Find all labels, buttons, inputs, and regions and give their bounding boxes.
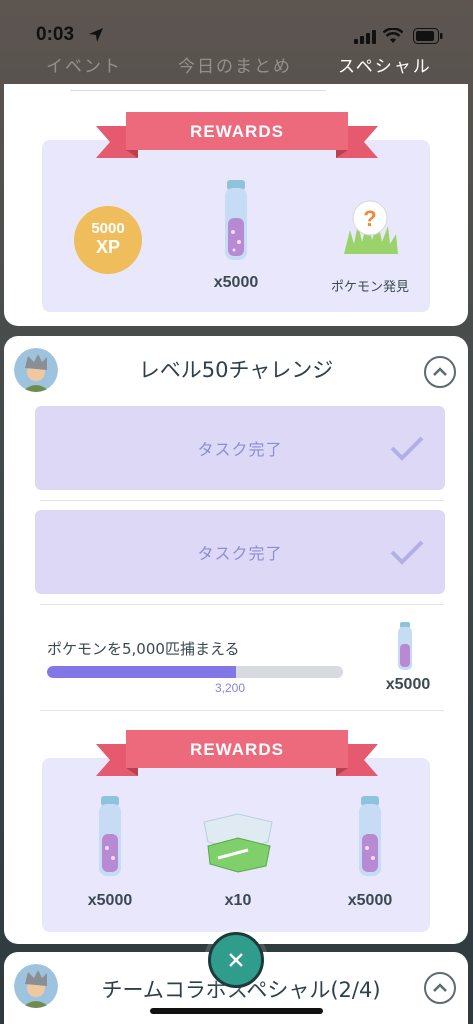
expand-button[interactable] [424,972,456,1004]
tab-bar: イベント 今日のまとめ スペシャル [0,52,473,80]
chevron-up-icon [433,367,447,376]
check-icon [390,540,424,565]
rewards-ribbon: REWARDS [96,110,378,162]
status-bar: 0:03 [0,0,473,52]
signal-icon [354,30,376,44]
stardust-bottle-icon [398,622,412,670]
xp-reward-icon: 5000 XP [74,206,142,274]
encounter-label: ポケモン発見 [330,279,409,294]
home-indicator[interactable] [150,1008,323,1014]
location-arrow-icon [89,28,103,42]
tab-summary[interactable]: 今日のまとめ [178,52,292,77]
previous-challenge-card: REWARDS 5000 XP x5000 ? ポケモン発見 [4,84,468,326]
svg-text:?: ? [363,206,376,231]
close-button[interactable] [208,932,264,988]
reward-quantity: x10 [224,892,252,909]
divider [70,90,326,91]
reward-quantity: x5000 [213,274,259,291]
rewards-ribbon-label: REWARDS [190,740,284,759]
pokemon-encounter-icon: ? [344,200,398,254]
stardust-bottle-icon [359,796,381,876]
battery-icon [413,28,443,44]
task-progress-bar [47,666,343,678]
status-time: 0:03 [36,24,75,45]
rewards-ribbon: REWARDS [96,728,378,780]
tab-events[interactable]: イベント [46,52,122,77]
tab-special[interactable]: スペシャル [338,52,432,77]
divider [40,500,444,501]
rewards-ribbon-label: REWARDS [190,122,284,141]
divider [40,604,444,605]
chevron-up-icon [433,983,447,992]
reward-quantity: x5000 [87,892,133,909]
challenge-title: レベル50チャレンジ [138,358,334,382]
collapse-button[interactable] [424,356,456,388]
stardust-bottle-icon [225,180,247,260]
level50-challenge-card: レベル50チャレンジ タスク完了 タスク完了 ポケモンを5,000匹捕まえる 3… [4,336,468,944]
task-description: ポケモンを5,000匹捕まえる [47,640,240,658]
completed-task: タスク完了 [35,406,445,490]
task-reward-quantity: x5000 [385,676,431,693]
pass-reward-icon [203,813,273,873]
task-complete-label: タスク完了 [197,440,283,459]
task-complete-label: タスク完了 [197,544,283,563]
wifi-icon [383,28,403,43]
completed-task: タスク完了 [35,510,445,594]
check-icon [390,436,424,461]
xp-unit: XP [95,237,120,257]
reward-quantity: x5000 [347,892,393,909]
divider [40,710,444,711]
task-progress-value: 3,200 [215,681,246,695]
close-icon [229,953,243,967]
task-progress-fill [47,666,237,678]
xp-amount: 5000 [91,220,125,237]
stardust-bottle-icon [99,796,121,876]
